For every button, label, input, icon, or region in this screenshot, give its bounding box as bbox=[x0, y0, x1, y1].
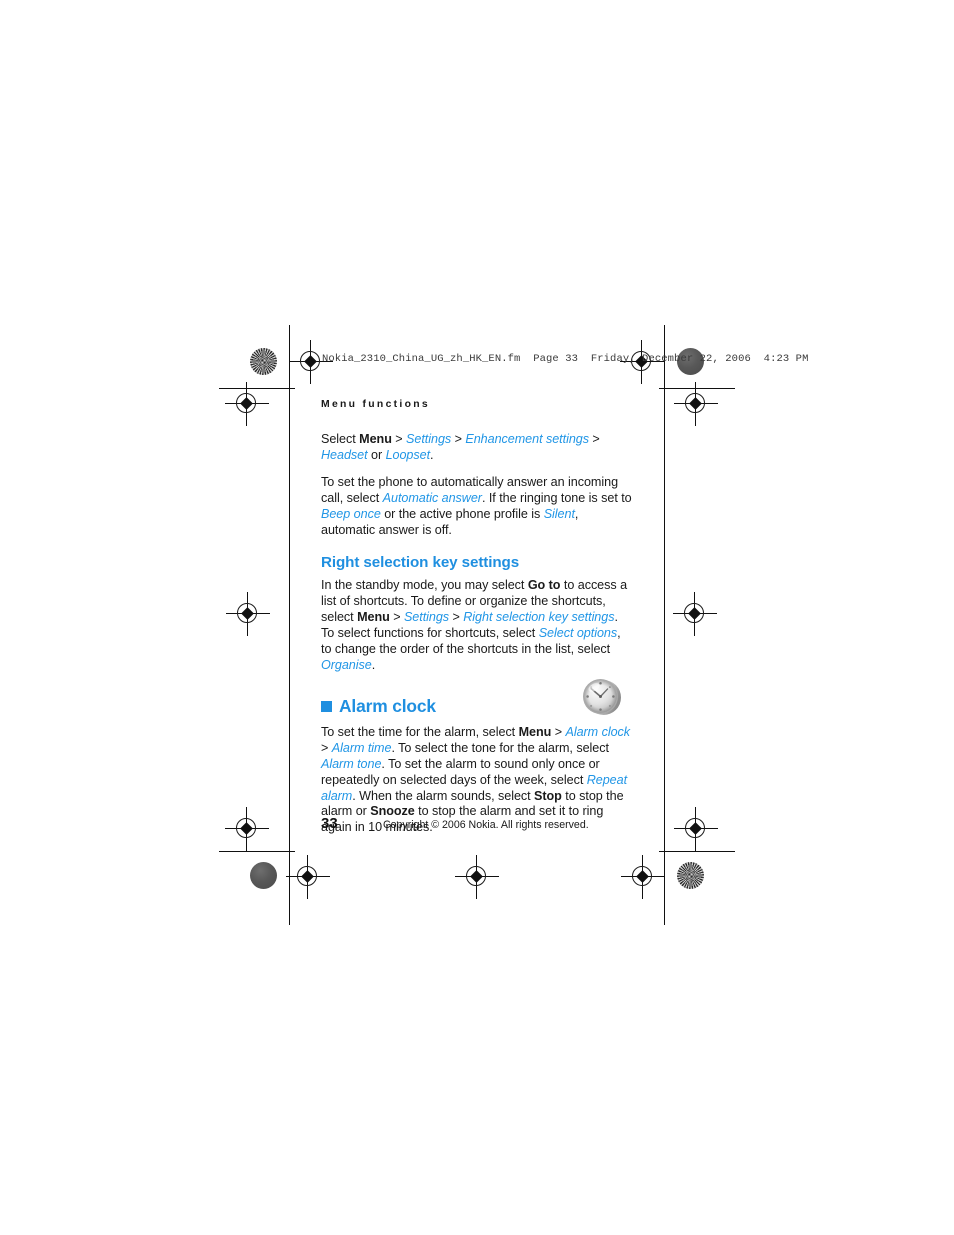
text-run: . bbox=[371, 657, 376, 672]
ui-term: Go to bbox=[527, 578, 561, 593]
text-run: > bbox=[391, 432, 407, 446]
text-run: Select bbox=[321, 432, 360, 446]
menu-path-term: Alarm clock bbox=[565, 724, 631, 739]
text-run: > bbox=[451, 432, 466, 446]
running-header: Menu functions bbox=[321, 399, 430, 410]
section-heading-right-selection-key-settings: Right selection key settings bbox=[321, 554, 520, 572]
text-run: or the active phone profile is bbox=[380, 506, 544, 521]
chapter-heading-alarm-clock: Alarm clock bbox=[321, 696, 633, 717]
paragraph-automatic-answer: To set the phone to automatically answer… bbox=[321, 475, 633, 539]
square-bullet-icon bbox=[321, 700, 332, 712]
chapter-heading-label: Alarm clock bbox=[339, 695, 436, 716]
menu-path-term: Select options bbox=[538, 626, 618, 641]
menu-path-term: Enhancement settings bbox=[465, 432, 589, 446]
text-run: or bbox=[367, 447, 386, 462]
paragraph-right-selection-key: In the standby mode, you may select Go t… bbox=[321, 578, 633, 673]
menu-path-term: Alarm tone bbox=[321, 756, 382, 771]
menu-path-term: Silent bbox=[543, 506, 575, 521]
text-run: > bbox=[449, 610, 464, 625]
ui-term: Menu bbox=[357, 610, 390, 625]
menu-path-term: Settings bbox=[406, 432, 452, 446]
ui-term: Menu bbox=[359, 432, 392, 446]
menu-path-term: Beep once bbox=[321, 506, 381, 521]
text-run: > bbox=[588, 432, 600, 446]
text-run: > bbox=[389, 610, 404, 625]
menu-path-term: Alarm time bbox=[331, 740, 392, 755]
menu-path-term: Settings bbox=[403, 610, 450, 625]
text-run: > bbox=[321, 740, 332, 755]
text-run: To set the time for the alarm, select bbox=[321, 724, 519, 739]
text-run: . bbox=[430, 447, 434, 462]
text-run: . If the ringing tone is set to bbox=[481, 490, 632, 505]
text-run: In the standby mode, you may select bbox=[321, 578, 528, 593]
menu-path-term: Loopset bbox=[385, 447, 431, 462]
paragraph-enhancement-settings: Select Menu > Settings > Enhancement set… bbox=[321, 432, 633, 464]
menu-path-term: Automatic answer bbox=[382, 490, 482, 505]
menu-path-term: Headset bbox=[321, 447, 368, 462]
menu-path-term: Organise bbox=[321, 657, 372, 672]
page-footer: 33 Copyright © 2006 Nokia. All rights re… bbox=[321, 815, 651, 832]
ui-term: Stop bbox=[534, 788, 562, 803]
article-body: Select Menu > Settings > Enhancement set… bbox=[321, 432, 633, 836]
ui-term: Menu bbox=[518, 724, 552, 739]
document-page: Menu functions Select Menu > Settings > … bbox=[0, 0, 954, 1235]
text-run: . To select the tone for the alarm, sele… bbox=[391, 740, 609, 755]
text-run: > bbox=[551, 724, 566, 739]
page-number: 33 bbox=[321, 815, 338, 832]
menu-path-term: Right selection key settings bbox=[463, 610, 615, 625]
text-run: . When the alarm sounds, select bbox=[352, 788, 535, 803]
copyright-notice: Copyright © 2006 Nokia. All rights reser… bbox=[383, 819, 589, 831]
